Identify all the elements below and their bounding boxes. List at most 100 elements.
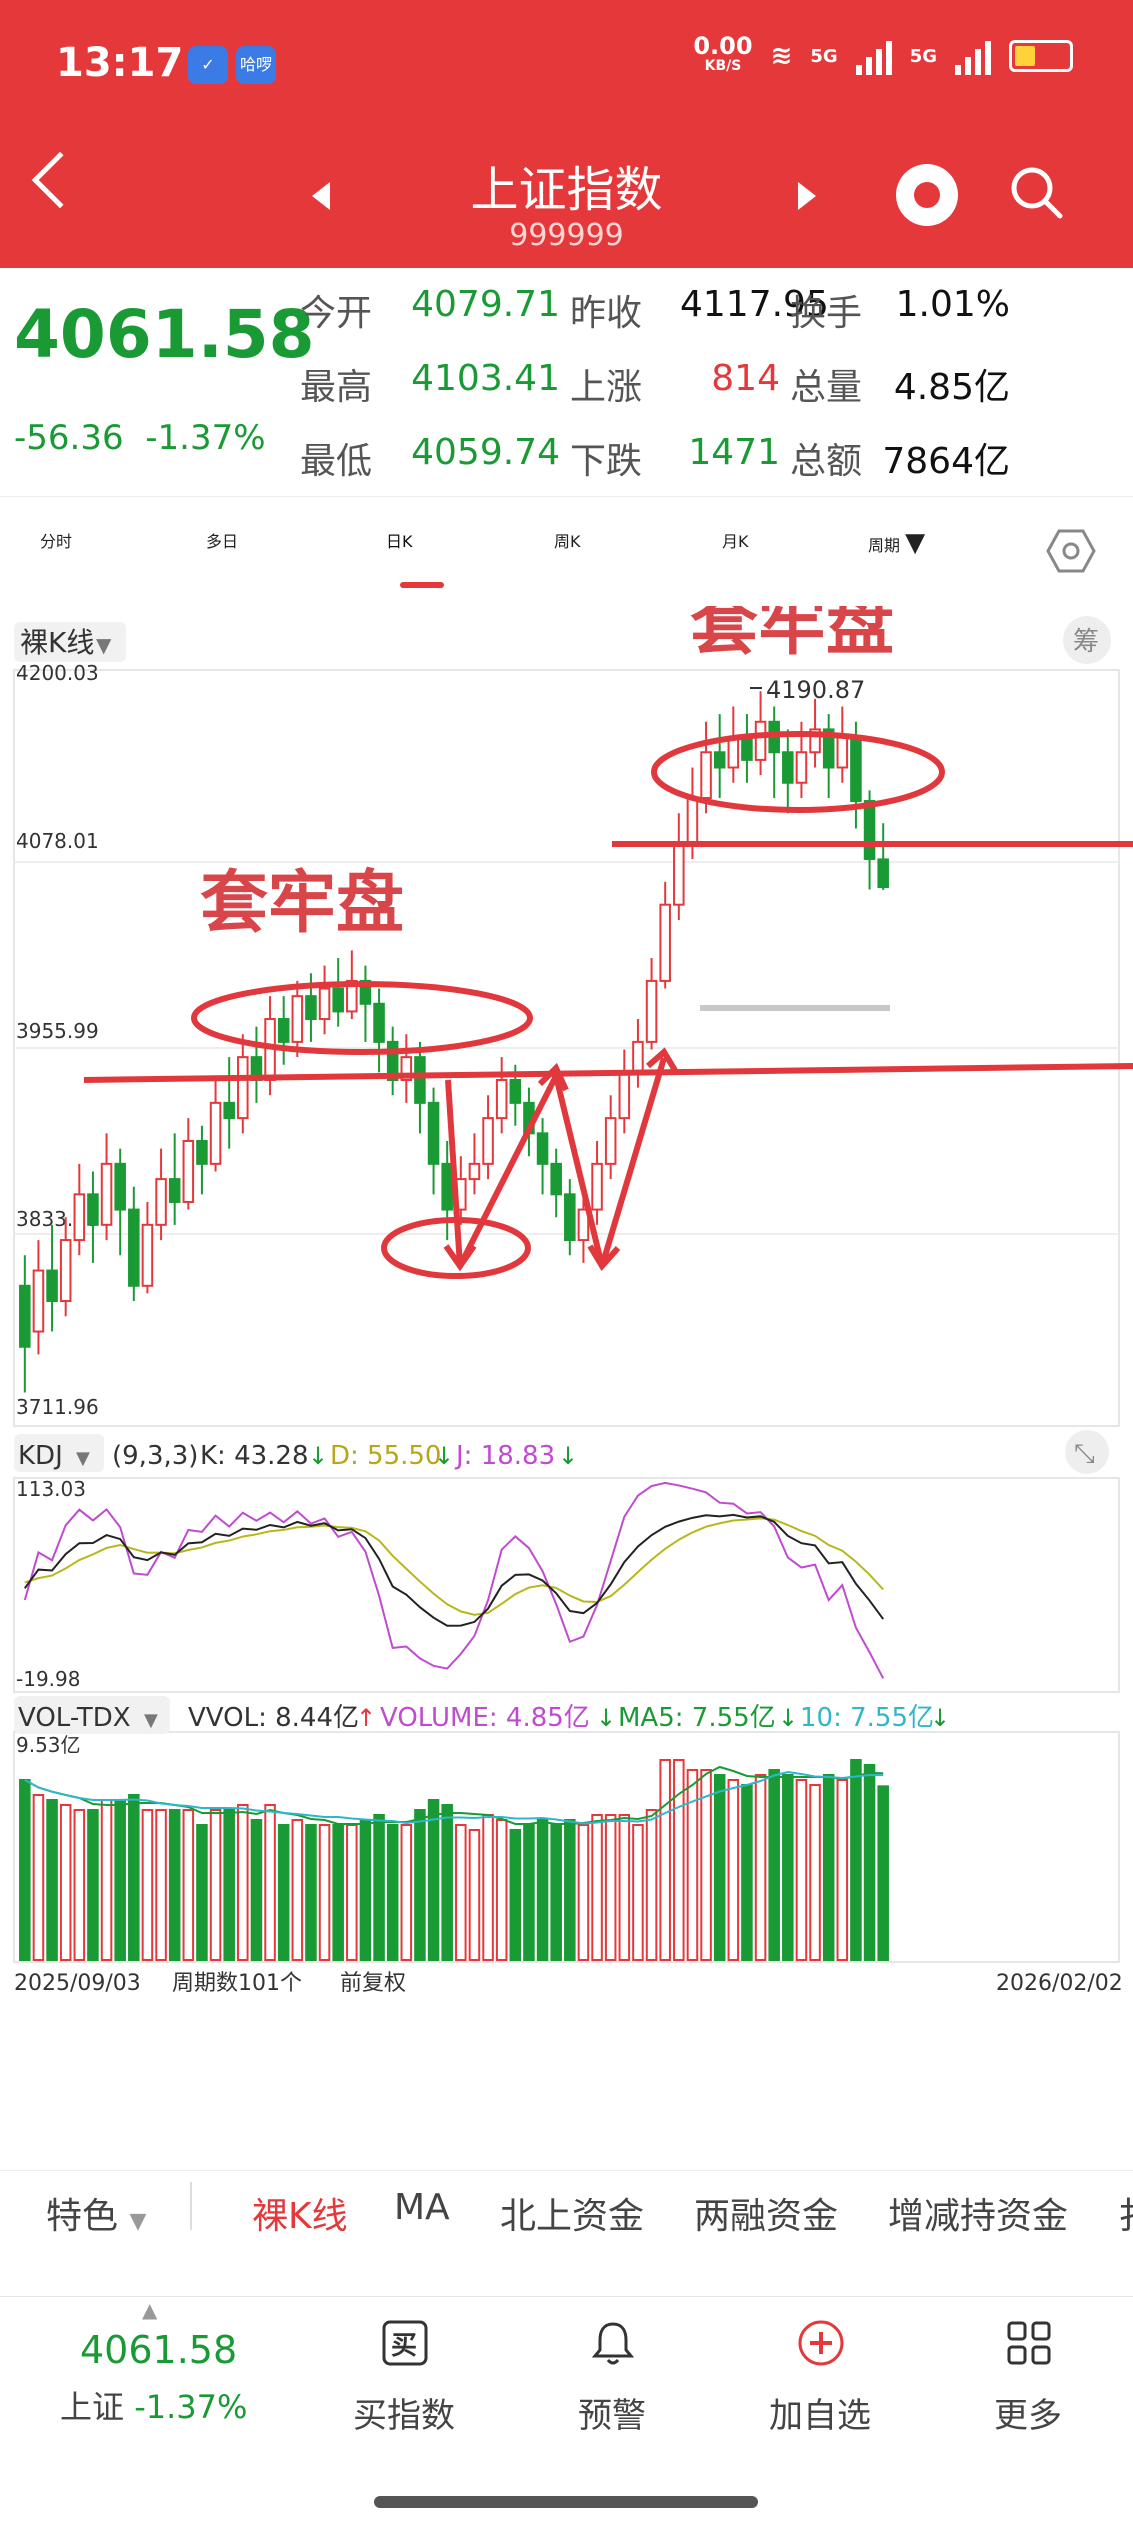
candle-body [618, 1071, 631, 1120]
kdj-d-line [24, 1517, 884, 1616]
kdj-k-line [24, 1513, 884, 1627]
main-selector-caret-icon: ▼ [96, 633, 112, 657]
tab-monthly-k[interactable]: 月K [722, 528, 749, 552]
tab-intraday[interactable]: 分时 [40, 528, 72, 552]
candle-body [427, 1101, 440, 1165]
volume-bar [46, 1799, 58, 1961]
candle-body [209, 1101, 222, 1165]
y-label-3: 3955.99 [16, 1019, 99, 1043]
volume-bar [141, 1809, 154, 1961]
label-volume: 总量 [790, 367, 863, 408]
kdj-params: (9,3,3) [112, 1441, 198, 1471]
vol-ma5: MA5: 7.55亿 [618, 1703, 776, 1733]
volume-bar [414, 1809, 426, 1961]
wifi-icon: ≋ [770, 41, 793, 71]
volume-bar [305, 1824, 317, 1961]
volume-bar [182, 1809, 195, 1961]
expand-up-icon[interactable]: ▲ [142, 2298, 157, 2322]
candle-body [673, 842, 685, 906]
current-price: 4061.58 [14, 296, 315, 373]
plus-circle-icon [798, 2320, 844, 2366]
volume-bar [196, 1824, 208, 1961]
tab-period[interactable]: 周期 ▼ [868, 528, 925, 558]
candle-body [836, 736, 849, 769]
candle-body [482, 1117, 494, 1165]
volume-bar [768, 1769, 780, 1961]
value-amount: 7864亿 [882, 441, 1010, 482]
candle-body [59, 1239, 72, 1303]
kdj-selector[interactable]: KDJ [18, 1441, 63, 1471]
vol-selector[interactable]: VOL-TDX [18, 1703, 131, 1733]
candle-body [223, 1101, 235, 1120]
app-header: 13:17 ✓ 哈啰 0.00 KB/S ≋ 5G 5G 上证指数 999999 [0, 0, 1133, 268]
volume-bar [455, 1824, 467, 1961]
toolbar-northbound[interactable]: 北上资金 [500, 2187, 644, 2239]
volume-bar [536, 1819, 549, 1961]
candle-body [713, 751, 726, 769]
volume-bar [564, 1819, 576, 1961]
mascot-icon[interactable] [896, 164, 958, 226]
kdj-panel-frame [13, 1477, 1120, 1693]
next-index-icon[interactable] [798, 182, 816, 210]
arrow-down-icon-2: ↓ [434, 1442, 454, 1470]
vol-ma10: 10: 7.55亿 [800, 1703, 934, 1733]
toolbar-more-truncated[interactable]: 扌 [1118, 2187, 1133, 2239]
settings-hex-icon[interactable] [1046, 528, 1096, 574]
volume-bar [850, 1759, 862, 1961]
candle-body [141, 1223, 154, 1287]
indicator-toolbar: 特色 ▼ 裸K线 MA 北上资金 两融资金 增减持资金 扌 [0, 2170, 1133, 2250]
chip-distribution-button[interactable]: 筹 [1073, 627, 1099, 657]
volume-bar [332, 1824, 344, 1961]
buy-index-button[interactable]: 买 买指数 [324, 2318, 484, 2437]
candle-body [114, 1162, 126, 1211]
candle-body [659, 903, 671, 982]
app-notification-icon: ✓ [188, 46, 228, 84]
volume-bar [836, 1779, 849, 1961]
add-watchlist-button[interactable]: 加自选 [740, 2318, 900, 2437]
signal-bars-icon [855, 37, 892, 75]
candle-body [87, 1193, 99, 1226]
candle-body [727, 736, 740, 769]
arrow-up-icon: ↑ [356, 1704, 376, 1732]
expand-icon[interactable]: ⤡ [1074, 1439, 1095, 1469]
main-selector[interactable]: 裸K线 [20, 626, 94, 659]
kline-chart[interactable]: 裸K线 ▼ 筹 4200.03 4078.01 3955.99 3833.98 … [0, 606, 1133, 2166]
active-tab-underline [400, 582, 444, 588]
volume-bar [713, 1774, 726, 1961]
volume-bar [114, 1799, 126, 1961]
volume-bar [223, 1809, 235, 1961]
toolbar-holdings-change[interactable]: 增减持资金 [888, 2187, 1068, 2239]
volume-bar [632, 1824, 644, 1961]
candle-body [686, 796, 699, 845]
toolbar-margin[interactable]: 两融资金 [694, 2187, 838, 2239]
label-open: 今开 [300, 293, 373, 334]
kdj-k-value: K: 43.28 [200, 1441, 309, 1471]
search-icon[interactable] [1008, 164, 1064, 220]
candle-body [468, 1162, 481, 1181]
volume-bar [754, 1774, 767, 1961]
vol-volume: VOLUME: 4.85亿 [380, 1703, 590, 1733]
alert-button[interactable]: 预警 [532, 2318, 692, 2437]
candle-body [414, 1056, 426, 1104]
annotation-trapped-top: 套牢盘 [690, 606, 894, 665]
tab-multi-day[interactable]: 多日 [206, 528, 238, 552]
volume-bar [277, 1824, 290, 1961]
vol-y-top: 9.53亿 [16, 1733, 81, 1757]
index-code: 999999 [509, 218, 624, 253]
volume-bar [168, 1809, 181, 1961]
quote-grid: 今开 4079.71 昨收 4117.95 换手 1.01% 最高 4103.4… [300, 284, 1120, 484]
signal-bars-icon-2 [955, 37, 991, 75]
more-button[interactable]: 更多 [948, 2318, 1108, 2437]
tab-weekly-k[interactable]: 周K [554, 528, 581, 552]
arrow-down-icon-6: ↓ [930, 1704, 950, 1732]
tab-daily-k[interactable]: 日K [386, 528, 413, 552]
toolbar-ma[interactable]: MA [394, 2187, 450, 2228]
candle-body [632, 1040, 644, 1074]
toolbar-bare-k[interactable]: 裸K线 [252, 2187, 348, 2239]
volume-bar [318, 1824, 331, 1961]
candle-body [754, 720, 767, 761]
candle-body [128, 1208, 140, 1287]
toolbar-feature[interactable]: 特色 ▼ [46, 2187, 146, 2239]
volume-bar [795, 1779, 808, 1961]
kdj-j-value: J: 18.83 [454, 1441, 555, 1471]
